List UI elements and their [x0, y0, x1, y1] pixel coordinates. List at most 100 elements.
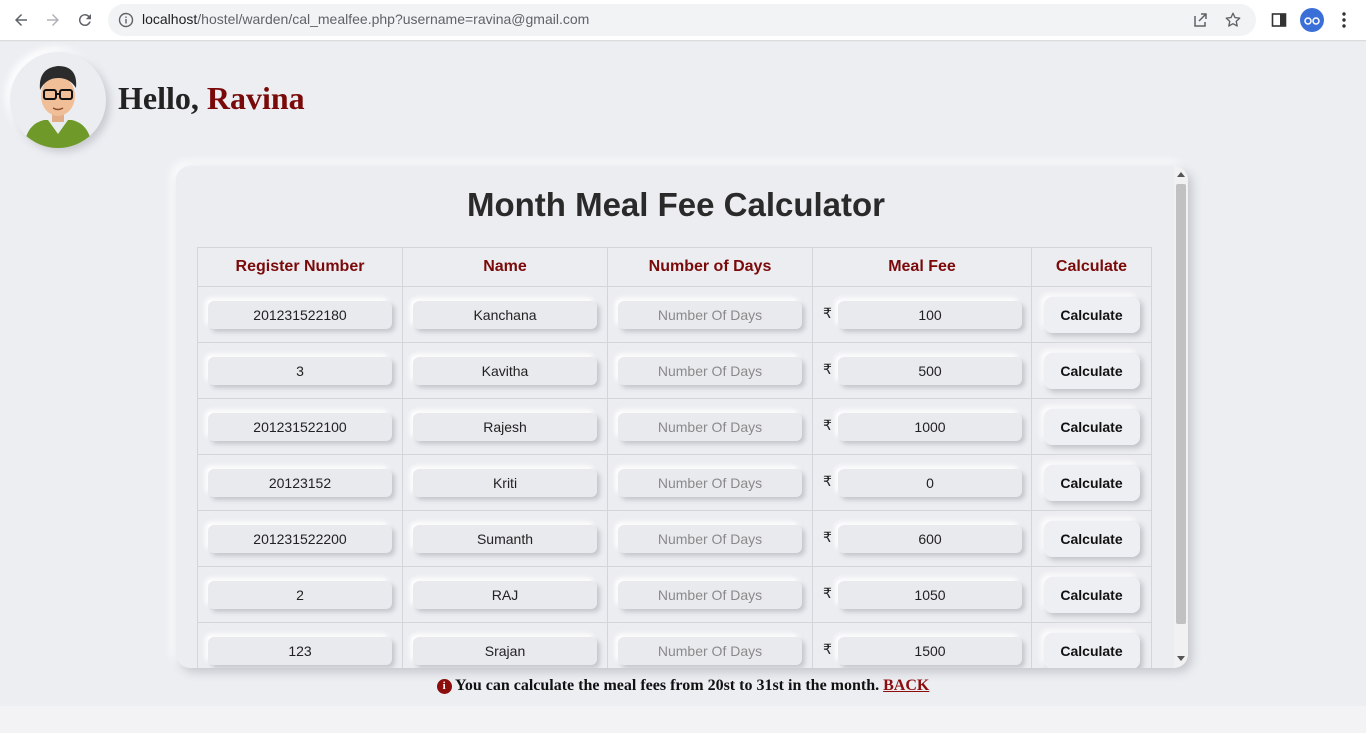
- name-field[interactable]: Kanchana: [413, 300, 597, 329]
- number-of-days-input[interactable]: Number Of Days: [618, 636, 802, 665]
- calculate-cell: Calculate: [1031, 398, 1152, 455]
- column-header: Number of Days: [607, 247, 813, 287]
- address-bar[interactable]: localhost/hostel/warden/cal_mealfee.php?…: [108, 4, 1256, 36]
- reload-icon[interactable]: [73, 8, 97, 32]
- card-scrollbar[interactable]: [1174, 166, 1188, 668]
- meal-fee-field[interactable]: 1050: [838, 580, 1022, 609]
- meal-fee-cell: ₹1500: [812, 622, 1032, 668]
- table-row: 123 Srajan Number Of Days ₹1500 Calculate: [197, 622, 1152, 668]
- bookmark-star-icon[interactable]: [1222, 9, 1244, 31]
- meal-fee-field[interactable]: 500: [838, 356, 1022, 385]
- table-row: 201231522100 Rajesh Number Of Days ₹1000 Cal…: [197, 398, 1152, 455]
- profile-avatar-icon[interactable]: [1300, 8, 1324, 32]
- meal-fee-field[interactable]: 1500: [838, 636, 1022, 665]
- table-row: 20123152 Kriti Number Of Days ₹0 Calculate: [197, 454, 1152, 511]
- more-menu-icon[interactable]: [1333, 9, 1355, 31]
- calculate-button[interactable]: Calculate: [1043, 520, 1140, 557]
- table-row: 201231522200 Sumanth Number Of Days ₹600 Cal…: [197, 510, 1152, 567]
- rupee-icon: ₹: [823, 305, 832, 321]
- register-number-field[interactable]: 20123152: [208, 468, 392, 497]
- scroll-thumb[interactable]: [1176, 184, 1186, 624]
- scroll-up-arrow-icon[interactable]: [1177, 172, 1185, 177]
- side-panel-icon[interactable]: [1268, 9, 1290, 31]
- name-cell: Srajan: [402, 622, 608, 668]
- notice-message: i You can calculate the meal fees from 2…: [0, 677, 1366, 695]
- number-of-days-input[interactable]: Number Of Days: [618, 412, 802, 441]
- person-avatar-icon: [24, 66, 92, 148]
- number-of-days-input[interactable]: Number Of Days: [618, 356, 802, 385]
- meal-fee-cell: ₹1000: [812, 398, 1032, 455]
- register-number-cell: 201231522100: [197, 398, 403, 455]
- table-row: 3 Kavitha Number Of Days ₹500 Calculate: [197, 342, 1152, 399]
- days-cell: Number Of Days: [607, 566, 813, 623]
- table-row: 2 RAJ Number Of Days ₹1050 Calculate: [197, 566, 1152, 623]
- name-cell: Kavitha: [402, 342, 608, 399]
- back-arrow-icon[interactable]: [9, 8, 33, 32]
- calculate-button[interactable]: Calculate: [1043, 352, 1140, 389]
- table-header-row: Register Number Name Number of Days Meal…: [197, 247, 1152, 287]
- info-circle-icon: i: [436, 679, 452, 694]
- meal-fee-card: Month Meal Fee Calculator Register Numbe…: [176, 166, 1188, 668]
- name-field[interactable]: Kriti: [413, 468, 597, 497]
- name-field[interactable]: Srajan: [413, 636, 597, 665]
- meal-fee-field[interactable]: 0: [838, 468, 1022, 497]
- register-number-field[interactable]: 201231522180: [208, 300, 392, 329]
- rupee-icon: ₹: [823, 417, 832, 433]
- number-of-days-input[interactable]: Number Of Days: [618, 524, 802, 553]
- calculate-button[interactable]: Calculate: [1043, 296, 1140, 333]
- name-cell: Rajesh: [402, 398, 608, 455]
- meal-fee-cell: ₹600: [812, 510, 1032, 567]
- greeting-heading: Hello, Ravina: [118, 80, 305, 116]
- register-number-field[interactable]: 123: [208, 636, 392, 665]
- calculate-button[interactable]: Calculate: [1043, 576, 1140, 613]
- meal-fee-field[interactable]: 1000: [838, 412, 1022, 441]
- name-field[interactable]: Rajesh: [413, 412, 597, 441]
- calculate-cell: Calculate: [1031, 510, 1152, 567]
- calculate-button[interactable]: Calculate: [1043, 632, 1140, 668]
- meal-fee-cell: ₹100: [812, 286, 1032, 343]
- name-field[interactable]: Kavitha: [413, 356, 597, 385]
- rupee-icon: ₹: [823, 585, 832, 601]
- days-cell: Number Of Days: [607, 398, 813, 455]
- name-cell: Sumanth: [402, 510, 608, 567]
- calculate-cell: Calculate: [1031, 454, 1152, 511]
- meal-fee-field[interactable]: 600: [838, 524, 1022, 553]
- register-number-field[interactable]: 2: [208, 580, 392, 609]
- rupee-icon: ₹: [823, 473, 832, 489]
- number-of-days-input[interactable]: Number Of Days: [618, 580, 802, 609]
- column-header: Meal Fee: [812, 247, 1032, 287]
- number-of-days-input[interactable]: Number Of Days: [618, 300, 802, 329]
- days-cell: Number Of Days: [607, 622, 813, 668]
- share-icon[interactable]: [1190, 9, 1212, 31]
- register-number-cell: 2: [197, 566, 403, 623]
- calculate-cell: Calculate: [1031, 286, 1152, 343]
- register-number-field[interactable]: 201231522200: [208, 524, 392, 553]
- register-number-cell: 201231522200: [197, 510, 403, 567]
- page-title: Month Meal Fee Calculator: [466, 186, 886, 223]
- register-number-cell: 123: [197, 622, 403, 668]
- register-number-field[interactable]: 3: [208, 356, 392, 385]
- name-field[interactable]: RAJ: [413, 580, 597, 609]
- back-link[interactable]: BACK: [883, 677, 929, 694]
- days-cell: Number Of Days: [607, 286, 813, 343]
- register-number-cell: 201231522180: [197, 286, 403, 343]
- meal-fee-field[interactable]: 100: [838, 300, 1022, 329]
- column-header: Calculate: [1031, 247, 1152, 287]
- name-field[interactable]: Sumanth: [413, 524, 597, 553]
- calculate-button[interactable]: Calculate: [1043, 464, 1140, 501]
- calculate-cell: Calculate: [1031, 622, 1152, 668]
- meal-fee-cell: ₹0: [812, 454, 1032, 511]
- days-cell: Number Of Days: [607, 454, 813, 511]
- calculate-button[interactable]: Calculate: [1043, 408, 1140, 445]
- register-number-cell: 20123152: [197, 454, 403, 511]
- user-avatar: [10, 52, 106, 148]
- scroll-down-arrow-icon[interactable]: [1177, 656, 1185, 661]
- name-cell: RAJ: [402, 566, 608, 623]
- rupee-icon: ₹: [823, 529, 832, 545]
- meal-fee-cell: ₹500: [812, 342, 1032, 399]
- forward-arrow-icon[interactable]: [41, 8, 65, 32]
- days-cell: Number Of Days: [607, 342, 813, 399]
- register-number-field[interactable]: 201231522100: [208, 412, 392, 441]
- number-of-days-input[interactable]: Number Of Days: [618, 468, 802, 497]
- site-info-icon[interactable]: [118, 12, 134, 28]
